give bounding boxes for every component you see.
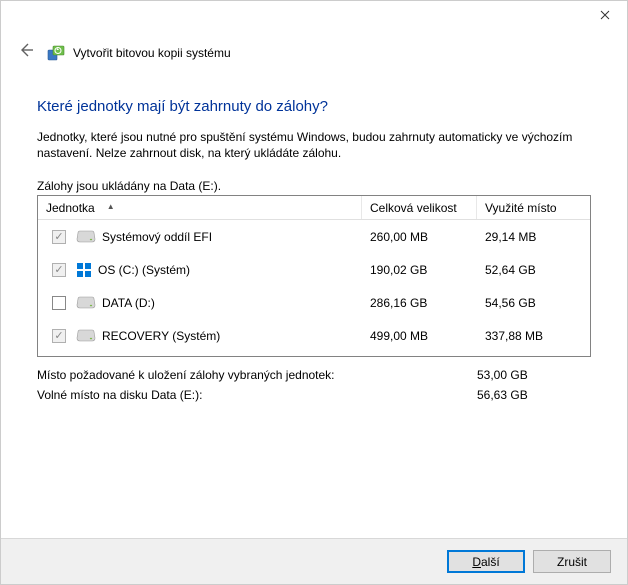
free-space-value: 56,63 GB [477, 388, 528, 402]
drive-used-space: 54,56 GB [477, 296, 590, 310]
table-row[interactable]: ✓ RECOVERY (Systém) 499,00 MB337,88 MB [38, 319, 590, 352]
drive-label: Systémový oddíl EFI [102, 230, 212, 244]
required-space-value: 53,00 GB [477, 368, 528, 382]
drive-used-space: 52,64 GB [477, 263, 590, 277]
column-size[interactable]: Celková velikost [362, 196, 477, 219]
drive-icon [76, 230, 96, 244]
table-row[interactable]: ✓ OS (C:) (Systém) 190,02 GB52,64 GB [38, 253, 590, 286]
table-row[interactable]: ✓ Systémový oddíl EFI 260,00 MB29,14 MB [38, 220, 590, 253]
cancel-button[interactable]: Zrušit [533, 550, 611, 573]
next-button[interactable]: Další [447, 550, 525, 573]
drive-checkbox: ✓ [52, 329, 66, 343]
table-row[interactable]: DATA (D:) 286,16 GB54,56 GB [38, 286, 590, 319]
wizard-header: Vytvořit bitovou kopii systému [1, 41, 627, 74]
required-space-label: Místo požadované k uložení zálohy vybran… [37, 368, 477, 382]
page-description: Jednotky, které jsou nutné pro spuštění … [37, 129, 591, 161]
drive-label: DATA (D:) [102, 296, 155, 310]
drive-icon [76, 296, 96, 310]
drive-total-size: 499,00 MB [362, 329, 477, 343]
sort-indicator-icon: ▲ [107, 202, 115, 211]
column-used[interactable]: Využité místo [477, 201, 590, 215]
drive-label: RECOVERY (Systém) [102, 329, 220, 343]
drive-checkbox: ✓ [52, 230, 66, 244]
close-button[interactable] [583, 1, 627, 29]
drive-label: OS (C:) (Systém) [98, 263, 190, 277]
column-drive[interactable]: Jednotka [46, 201, 95, 215]
drive-total-size: 286,16 GB [362, 296, 477, 310]
drive-checkbox: ✓ [52, 263, 66, 277]
drive-table: Jednotka ▲ Celková velikost Využité míst… [37, 195, 591, 357]
drive-used-space: 337,88 MB [477, 329, 590, 343]
dialog-footer: Další Zrušit [1, 538, 627, 584]
backup-icon [47, 44, 65, 62]
drive-total-size: 260,00 MB [362, 230, 477, 244]
drive-checkbox[interactable] [52, 296, 66, 310]
back-arrow-icon[interactable] [13, 41, 39, 64]
backup-target-line: Zálohy jsou ukládány na Data (E:). [37, 179, 591, 193]
table-header[interactable]: Jednotka ▲ Celková velikost Využité míst… [38, 196, 590, 220]
drive-total-size: 190,02 GB [362, 263, 477, 277]
drive-used-space: 29,14 MB [477, 230, 590, 244]
page-heading: Které jednotky mají být zahrnuty do zálo… [37, 98, 591, 115]
window-title: Vytvořit bitovou kopii systému [73, 46, 231, 60]
free-space-label: Volné místo na disku Data (E:): [37, 388, 477, 402]
drive-icon [76, 329, 96, 343]
windows-logo-icon [76, 262, 92, 278]
